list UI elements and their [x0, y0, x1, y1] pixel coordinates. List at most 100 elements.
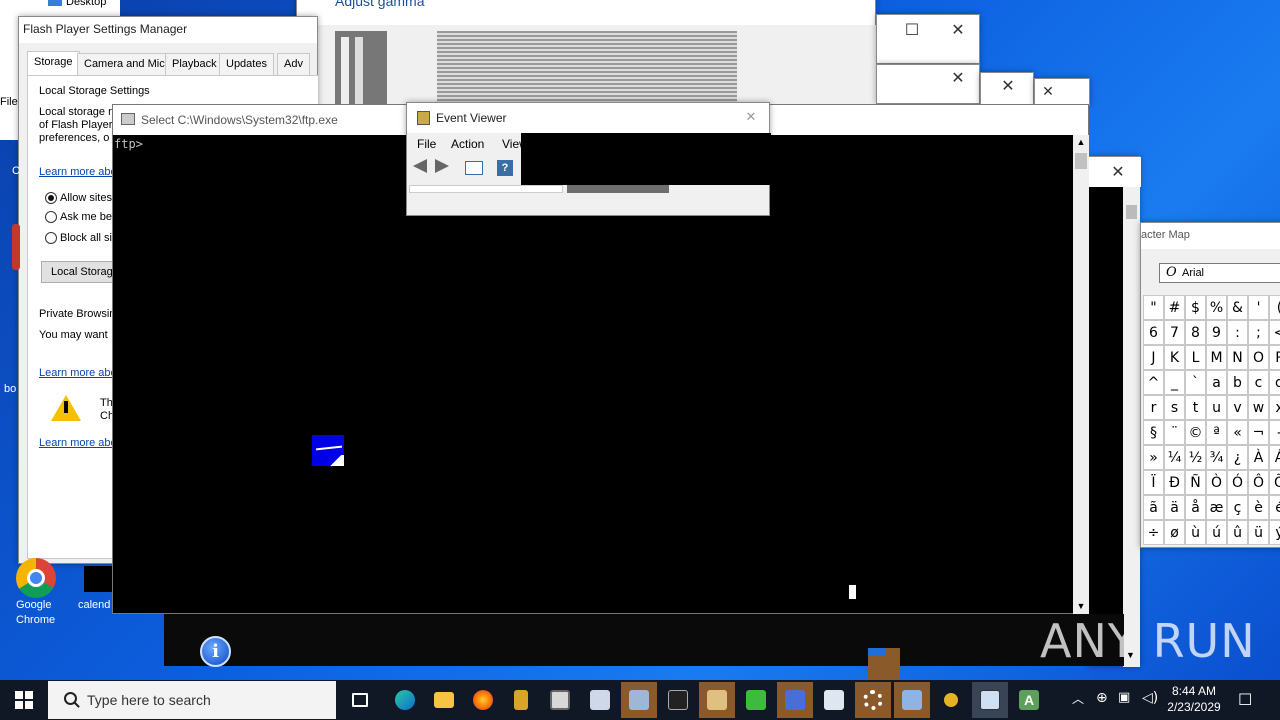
character-cell[interactable]: ¨ — [1164, 420, 1185, 445]
character-cell[interactable]: ú — [1206, 520, 1227, 545]
scroll-up-icon[interactable]: ▲ — [1075, 137, 1087, 147]
allow-sites-radio[interactable] — [45, 192, 57, 204]
character-cell[interactable]: s — [1164, 395, 1185, 420]
character-cell[interactable]: Ò — [1206, 470, 1227, 495]
back-arrow-icon[interactable] — [413, 159, 427, 173]
app-icon-7[interactable] — [816, 682, 852, 718]
character-cell[interactable]: Ó — [1227, 470, 1248, 495]
app-icon-2[interactable] — [582, 682, 618, 718]
character-cell[interactable]: Õ — [1269, 470, 1280, 495]
character-cell[interactable]: ' — [1248, 295, 1269, 320]
app-icon-6[interactable] — [777, 682, 813, 718]
app-icon-4[interactable] — [699, 682, 735, 718]
character-cell[interactable]: ¼ — [1164, 445, 1185, 470]
font-app-icon[interactable]: A — [1011, 682, 1047, 718]
character-cell[interactable]: é — [1269, 495, 1280, 520]
character-cell[interactable]: ü — [1248, 520, 1269, 545]
character-cell[interactable]: Ð — [1164, 470, 1185, 495]
character-cell[interactable]: t — [1185, 395, 1206, 420]
maximize-icon[interactable]: ☐ — [889, 15, 935, 45]
show-hide-console-tree-icon[interactable] — [465, 161, 483, 175]
character-cell[interactable]: u — [1206, 395, 1227, 420]
character-cell[interactable]: _ — [1164, 370, 1185, 395]
character-cell[interactable]: J — [1143, 345, 1164, 370]
character-cell[interactable]: ¬ — [1248, 420, 1269, 445]
close-icon[interactable]: ✕ — [935, 63, 981, 93]
close-icon[interactable]: ✕ — [1025, 77, 1071, 107]
character-cell[interactable]: $ — [1185, 295, 1206, 320]
character-cell[interactable]: 8 — [1185, 320, 1206, 345]
learn-more-link-3[interactable]: Learn more abo — [39, 437, 117, 449]
character-cell[interactable]: < — [1269, 320, 1280, 345]
character-cell[interactable]: © — [1185, 420, 1206, 445]
block-all-radio[interactable] — [45, 232, 57, 244]
scroll-thumb[interactable] — [1075, 153, 1087, 169]
character-cell[interactable]: Á — [1269, 445, 1280, 470]
console-taskbar-icon[interactable] — [660, 682, 696, 718]
character-cell[interactable]: d — [1269, 370, 1280, 395]
tab-camera-and-mic[interactable]: Camera and Mic — [77, 53, 172, 75]
character-cell[interactable]: w — [1248, 395, 1269, 420]
console-scrollbar[interactable]: ▲ ▼ — [1073, 135, 1089, 615]
character-cell[interactable]: ( — [1269, 295, 1280, 320]
ask-me-radio[interactable] — [45, 211, 57, 223]
scrollbar[interactable] — [1123, 187, 1140, 667]
character-cell[interactable]: c — [1248, 370, 1269, 395]
character-cell[interactable]: ^ — [1143, 370, 1164, 395]
character-cell[interactable]: N — [1227, 345, 1248, 370]
firefox-icon[interactable] — [465, 682, 501, 718]
character-cell[interactable]: a — [1206, 370, 1227, 395]
character-cell[interactable]: å — [1185, 495, 1206, 520]
character-cell[interactable]: - — [1269, 420, 1280, 445]
character-cell[interactable]: ä — [1164, 495, 1185, 520]
character-cell[interactable]: Ï — [1143, 470, 1164, 495]
character-cell[interactable]: Ñ — [1185, 470, 1206, 495]
character-cell[interactable]: ù — [1185, 520, 1206, 545]
character-cell[interactable]: ª — [1206, 420, 1227, 445]
close-icon[interactable]: ✕ — [733, 103, 769, 133]
magnifier-icon[interactable] — [933, 682, 969, 718]
character-cell[interactable]: % — [1206, 295, 1227, 320]
character-cell[interactable]: r — [1143, 395, 1164, 420]
character-cell[interactable]: ø — [1164, 520, 1185, 545]
character-cell[interactable]: 6 — [1143, 320, 1164, 345]
file-menu-fragment[interactable]: File — [0, 96, 18, 108]
learn-more-link-2[interactable]: Learn more abo — [39, 367, 117, 379]
character-cell[interactable]: æ — [1206, 495, 1227, 520]
tab-storage[interactable]: Storage — [27, 51, 80, 75]
character-cell[interactable]: & — [1227, 295, 1248, 320]
character-map-taskbar-icon[interactable] — [972, 682, 1008, 718]
taskbar-search-box[interactable]: Type here to search — [48, 681, 336, 719]
character-cell[interactable]: ç — [1227, 495, 1248, 520]
character-cell[interactable]: è — [1248, 495, 1269, 520]
character-cell[interactable]: P — [1269, 345, 1280, 370]
tab-updates[interactable]: Updates — [219, 53, 274, 75]
character-cell[interactable]: K — [1164, 345, 1185, 370]
character-cell[interactable]: » — [1143, 445, 1164, 470]
keys-app-icon[interactable] — [503, 682, 539, 718]
character-cell[interactable]: ¿ — [1227, 445, 1248, 470]
character-cell[interactable]: 9 — [1206, 320, 1227, 345]
settings-gear-icon[interactable] — [855, 682, 891, 718]
chrome-desktop-icon[interactable]: Google Chrome — [10, 556, 64, 626]
character-cell[interactable]: M — [1206, 345, 1227, 370]
app-icon-5[interactable] — [738, 682, 774, 718]
character-cell[interactable]: : — [1227, 320, 1248, 345]
character-cell[interactable]: v — [1227, 395, 1248, 420]
character-cell[interactable]: À — [1248, 445, 1269, 470]
tab-playback[interactable]: Playback — [165, 53, 224, 75]
close-icon[interactable]: ✕ — [1095, 157, 1141, 187]
character-cell[interactable]: 7 — [1164, 320, 1185, 345]
character-cell[interactable]: b — [1227, 370, 1248, 395]
character-cell[interactable]: # — [1164, 295, 1185, 320]
menu-action[interactable]: Action — [451, 137, 484, 151]
calendar-desktop-icon[interactable]: calend — [76, 566, 116, 626]
character-cell[interactable]: ½ — [1185, 445, 1206, 470]
show-hidden-icons-chevron[interactable]: ︿ — [1072, 690, 1084, 707]
menu-file[interactable]: File — [417, 137, 436, 151]
tab-advanced[interactable]: Adv — [277, 53, 310, 75]
character-cell[interactable]: Ô — [1248, 470, 1269, 495]
character-cell[interactable]: « — [1227, 420, 1248, 445]
learn-more-link[interactable]: Learn more abo — [39, 166, 117, 178]
network-icon[interactable]: ▣ — [1118, 690, 1130, 705]
